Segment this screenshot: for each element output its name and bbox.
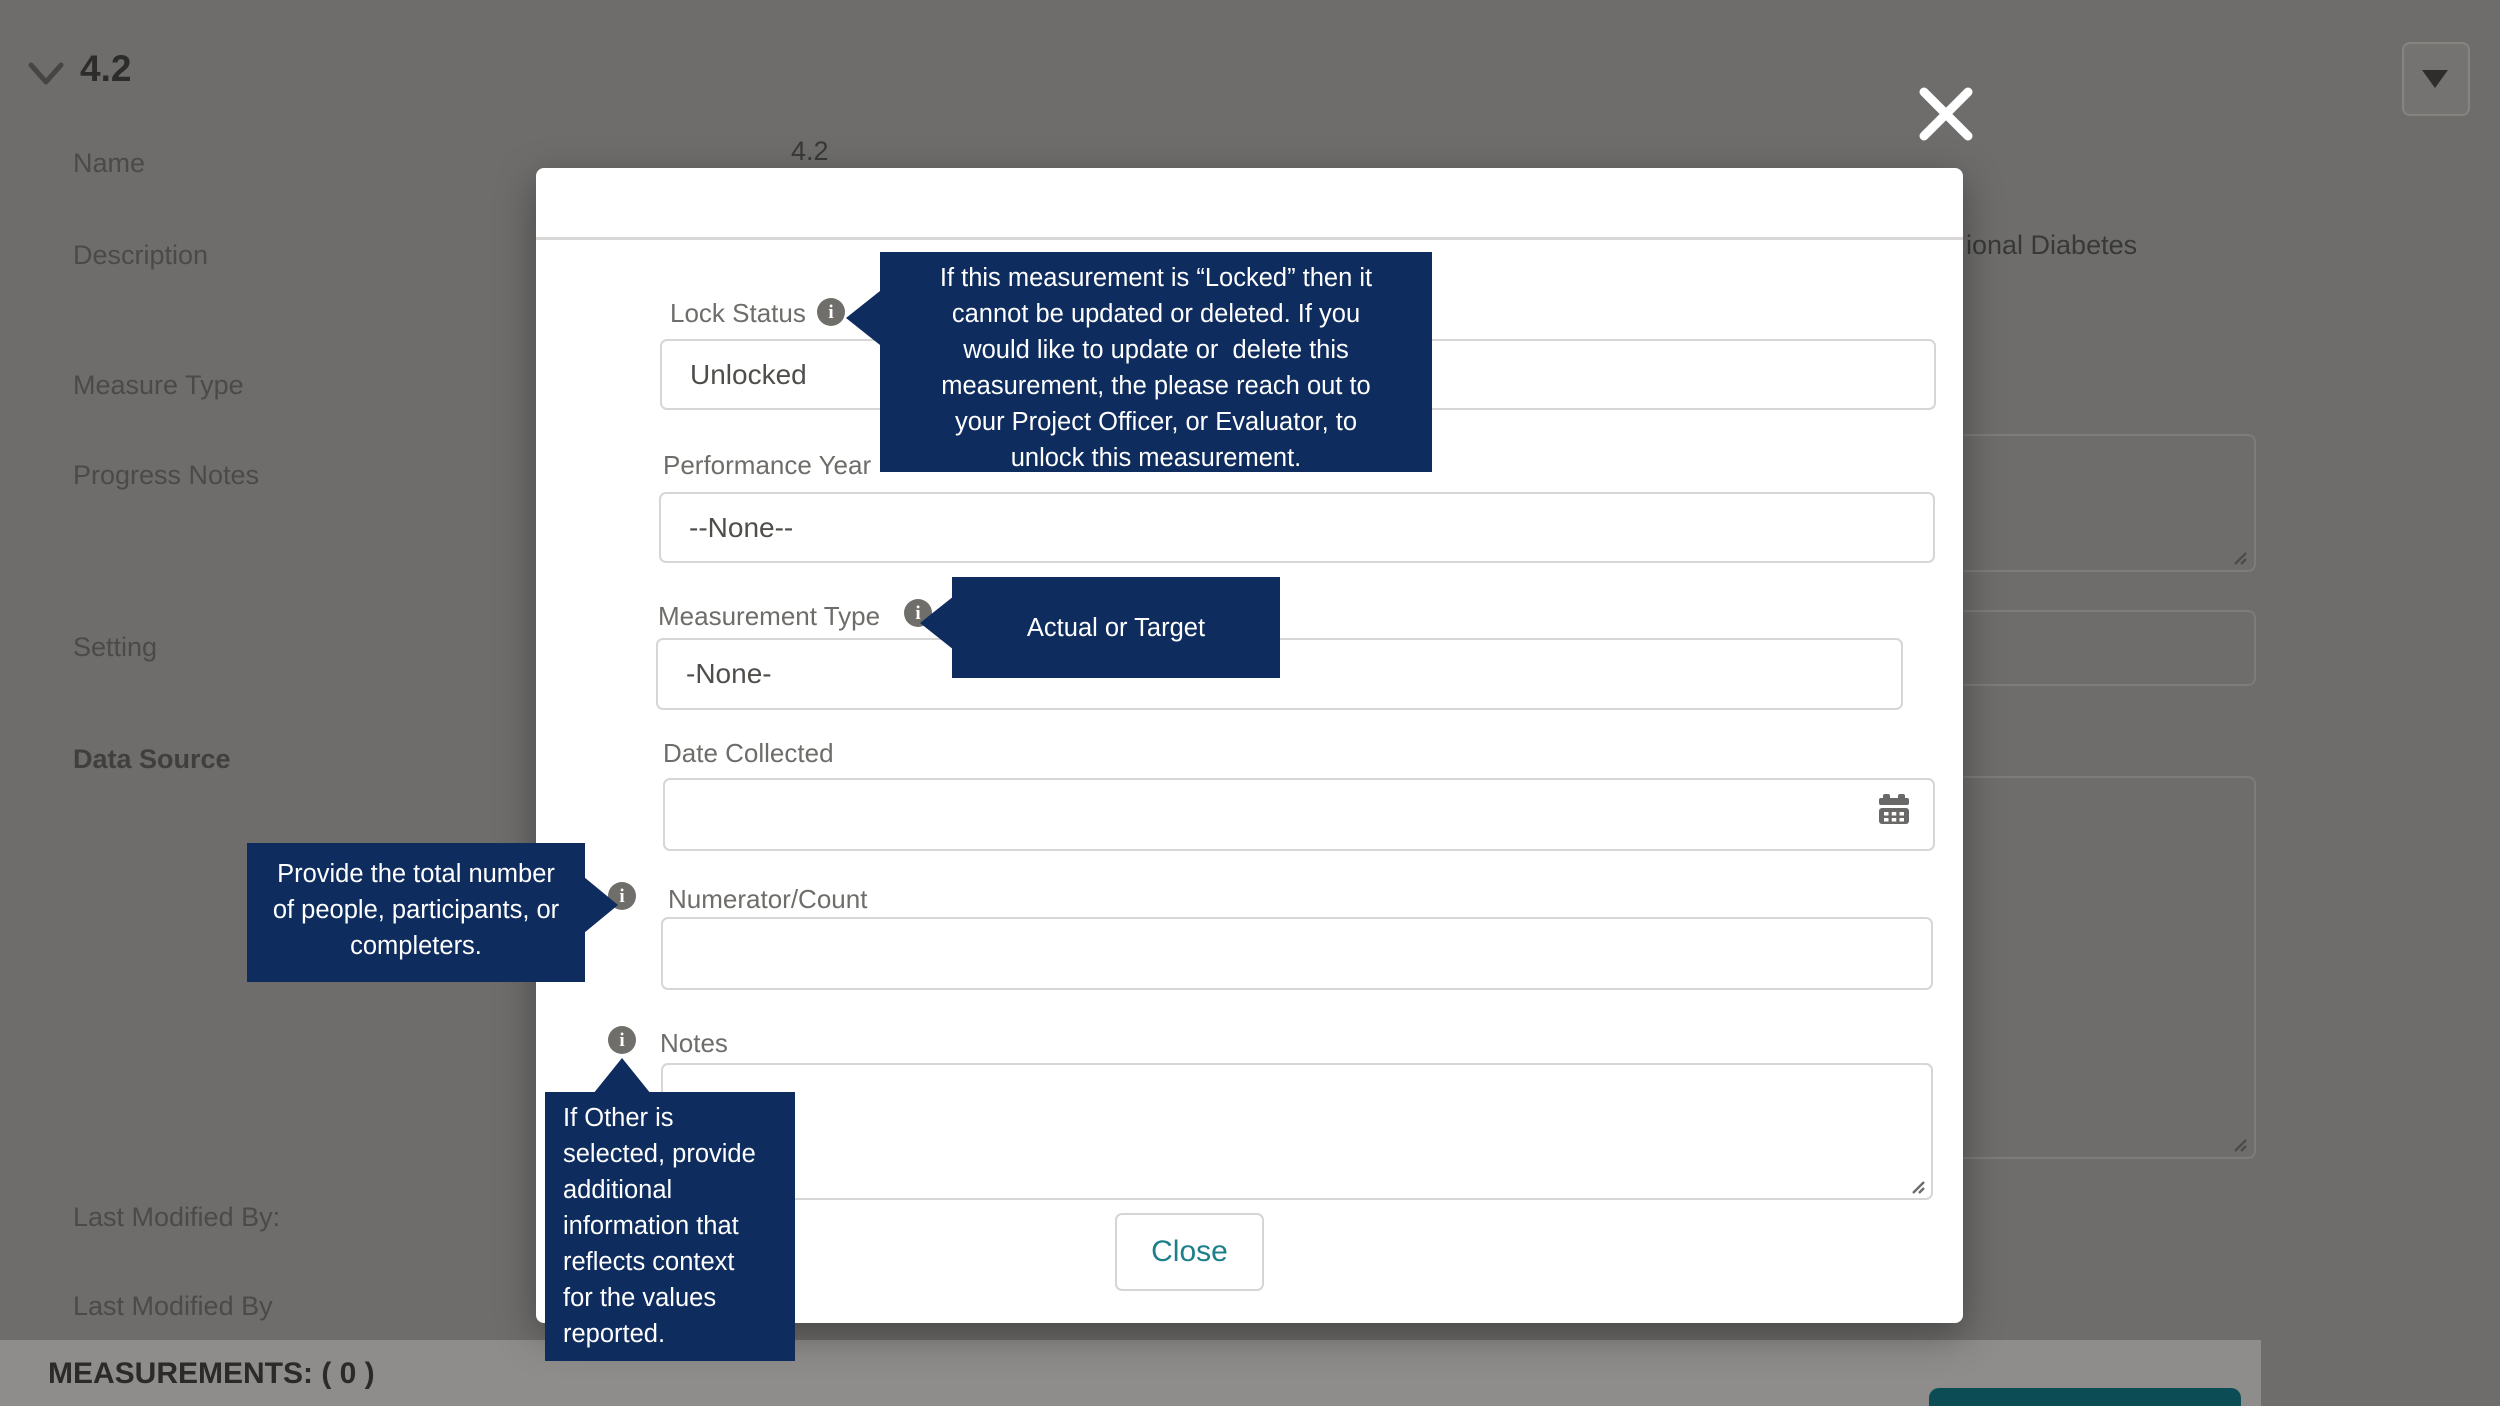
info-icon[interactable]: i [608,1026,636,1054]
setting-label: Setting [73,632,158,662]
measure-type-label: Measure Type [73,370,244,400]
info-icon[interactable]: i [817,298,845,326]
info-glyph: i [619,885,625,907]
progress-notes-label: Progress Notes [73,460,260,490]
measurement-type-tooltip: Actual or Target [952,577,1280,678]
resize-handle-icon [2234,552,2247,565]
row-actions-dropdown-button[interactable] [2402,42,2470,116]
measurement-type-label: Measurement Type [658,601,881,631]
measurements-count: MEASUREMENTS: ( 0 ) [48,1357,375,1390]
notes-tooltip: If Other is selected, provide additional… [545,1092,795,1361]
description-value: ional Diabetes [1966,230,2138,260]
tooltip-arrow [846,291,880,345]
resize-handle-icon[interactable] [1910,1179,1926,1195]
chevron-down-icon[interactable] [28,60,64,88]
last-modified-by-label: Last Modified By [73,1291,273,1321]
numerator-count-label: Numerator/Count [668,884,868,914]
performance-year-select[interactable]: --None-- [659,492,1935,563]
date-collected-label: Date Collected [663,738,834,768]
numerator-tooltip: Provide the total number of people, part… [247,843,585,982]
info-glyph: i [828,301,834,323]
description-label: Description [73,240,209,270]
caret-down-icon [2422,70,2448,88]
resize-handle-icon [2234,1139,2247,1152]
close-icon[interactable] [1916,84,1976,144]
close-button[interactable]: Close [1115,1213,1264,1291]
screen: 4.2 Name 4.2 Description ional Diabetes … [0,0,2500,1406]
tooltip-arrow [920,596,954,650]
date-collected-input[interactable] [663,778,1935,851]
new-measurement-button [1929,1388,2241,1406]
notes-textarea[interactable] [661,1063,1933,1200]
modal-header [536,168,1963,240]
numerator-count-input[interactable] [661,917,1933,990]
tooltip-arrow [584,877,618,933]
info-glyph: i [619,1029,625,1051]
notes-label: Notes [660,1028,728,1058]
lock-status-label: Lock Status [670,298,806,328]
lock-status-tooltip: If this measurement is “Locked” then it … [880,252,1432,472]
data-source-label: Data Source [73,744,231,774]
tooltip-arrow [593,1058,651,1094]
name-value: 4.2 [791,136,829,166]
calendar-icon[interactable] [1878,793,1910,825]
name-label: Name [73,148,146,178]
section-title: 4.2 [80,48,132,89]
last-modified-by-colon-label: Last Modified By: [73,1202,281,1232]
performance-year-label: Performance Year [663,450,872,480]
measurements-section-bar: MEASUREMENTS: ( 0 ) [0,1340,2261,1406]
